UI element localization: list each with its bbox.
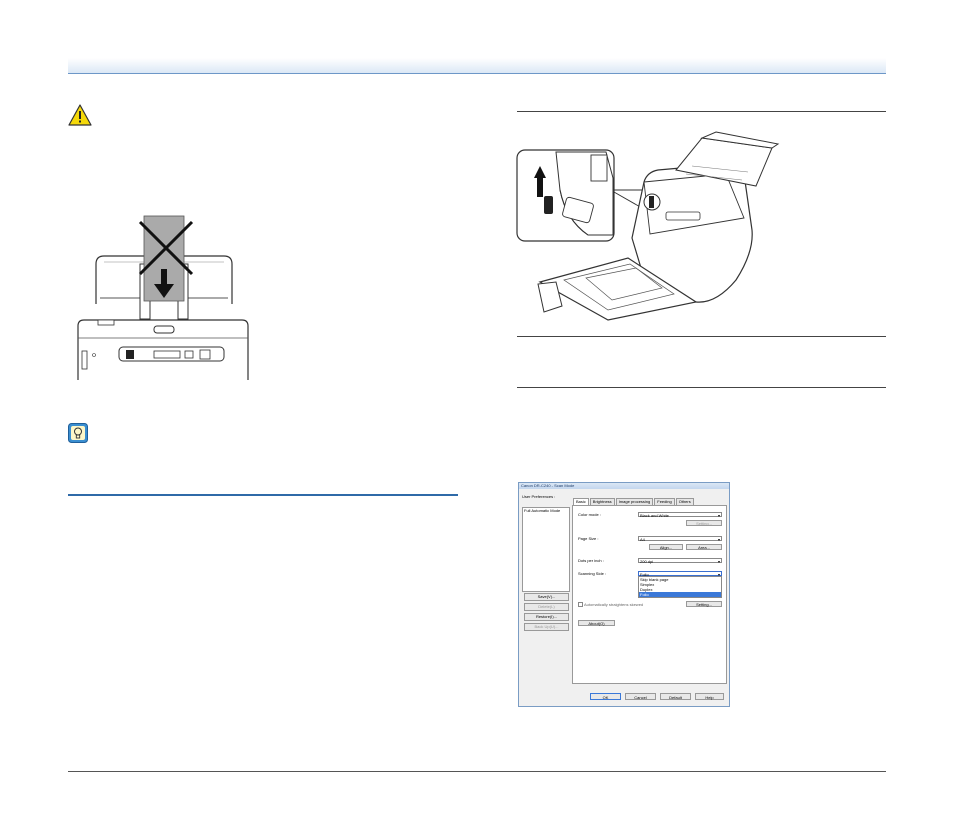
table-rule-top	[517, 111, 886, 112]
dpi-value: 200 dpi	[640, 559, 654, 564]
page-header-band	[68, 58, 886, 74]
color-mode-select[interactable]: Black and White ▾	[638, 512, 722, 518]
table-rule-middle	[517, 336, 886, 337]
user-preferences-list[interactable]: Full Automatic Mode	[522, 507, 570, 592]
user-preferences-panel: User Preferences :	[522, 494, 568, 499]
scan-mode-dialog: Canon DR-C240 - Scan Mode User Preferenc…	[518, 482, 730, 707]
straighten-checkbox-row[interactable]: Automatically straightens skewed	[578, 602, 644, 608]
lightbulb-hint-icon	[68, 423, 88, 443]
user-preferences-label: User Preferences :	[522, 494, 556, 499]
color-mode-label: Color mode :	[578, 512, 601, 517]
help-button[interactable]: Help	[695, 693, 724, 700]
default-button[interactable]: Default	[660, 693, 691, 700]
about-button[interactable]: About(O)	[578, 620, 615, 626]
dpi-label: Dots per inch :	[578, 558, 604, 563]
checkbox[interactable]	[578, 602, 583, 608]
page-size-select[interactable]: A4 ▾	[638, 536, 722, 542]
color-mode-setting-button[interactable]: Setting...	[686, 520, 722, 526]
page-footer-rule	[68, 771, 886, 772]
dpi-select[interactable]: 200 dpi ▾	[638, 558, 722, 564]
list-item[interactable]: Full Automatic Mode	[523, 508, 569, 513]
chevron-down-icon: ▾	[717, 559, 720, 564]
dialog-tabs: Basic Brightness Image processing Feedin…	[573, 498, 695, 505]
restore-button[interactable]: Restore(I)...	[524, 613, 569, 621]
tab-basic[interactable]: Basic	[573, 498, 589, 505]
chevron-down-icon: ▾	[717, 537, 720, 542]
color-mode-value: Black and White	[640, 513, 669, 518]
tab-others[interactable]: Others	[675, 498, 694, 505]
chevron-down-icon: ▾	[717, 513, 720, 518]
section-heading-rule	[68, 494, 458, 496]
page-size-value: A4	[640, 537, 645, 542]
straighten-setting-button[interactable]: Setting...	[686, 601, 722, 607]
cancel-button[interactable]: Cancel	[625, 693, 656, 700]
scanner-incorrect-loading-illustration	[77, 215, 249, 380]
align-button[interactable]: Align...	[649, 544, 683, 550]
delete-button[interactable]: Delete(L)	[524, 603, 569, 611]
dropdown-option-highlighted[interactable]: Folio	[639, 592, 721, 597]
straighten-label: Automatically straightens skewed	[584, 602, 644, 607]
tab-image-processing[interactable]: Image processing	[615, 498, 654, 505]
tab-feeding[interactable]: Feeding	[654, 498, 675, 505]
tab-brightness[interactable]: Brightness	[589, 498, 615, 505]
ok-button[interactable]: OK	[590, 693, 621, 700]
table-rule-bottom	[517, 387, 886, 388]
back-up-button[interactable]: Back Up(U)...	[524, 623, 569, 631]
dialog-title: Canon DR-C240 - Scan Mode	[519, 483, 729, 489]
area-button[interactable]: Area...	[686, 544, 722, 550]
basic-tab-panel: Color mode : Black and White ▾ Setting...…	[572, 505, 727, 684]
scanning-side-label: Scanning Side :	[578, 571, 607, 576]
save-button[interactable]: Save(V)...	[524, 593, 569, 601]
page-size-label: Page Size :	[578, 536, 599, 541]
scanner-switch-illustration	[516, 131, 780, 321]
warning-triangle-icon	[68, 104, 92, 126]
scanning-side-dropdown: Skip blank page Simplex Duplex Folio	[638, 576, 722, 598]
